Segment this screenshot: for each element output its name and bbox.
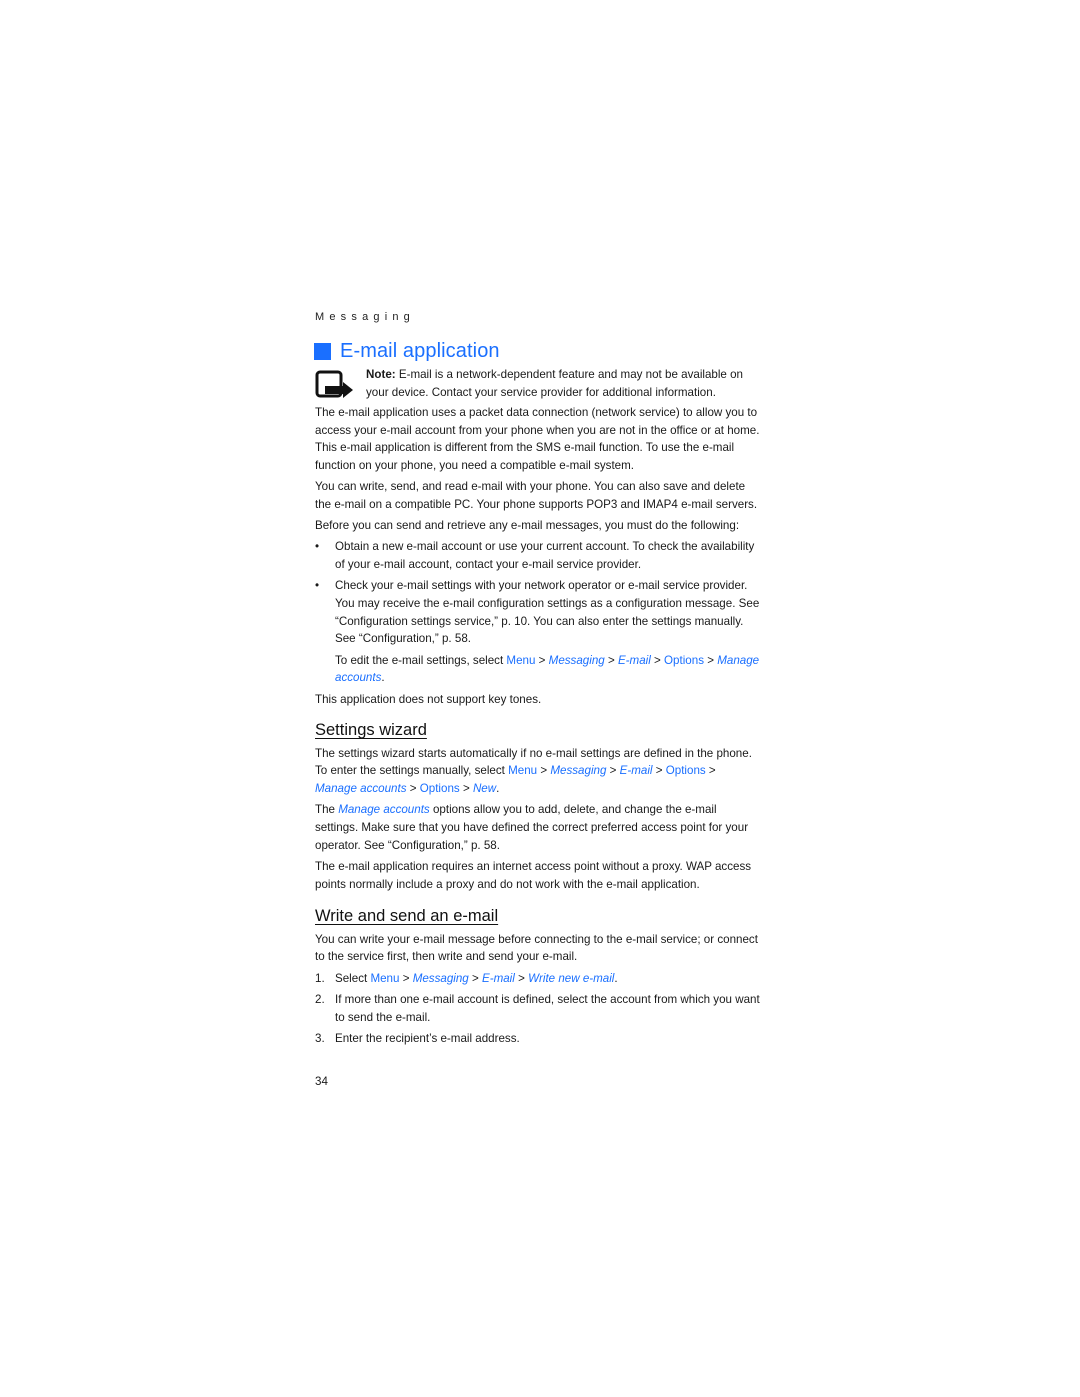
note-block: Note: E-mail is a network-dependent feat… [315, 366, 760, 401]
options-link[interactable]: Options [420, 782, 460, 795]
step-text: Enter the recipient’s e-mail address. [335, 1031, 520, 1045]
email-link[interactable]: E-mail [618, 654, 651, 667]
edit-settings-path: To edit the e-mail settings, select Menu… [335, 653, 760, 685]
bullet-item: • Check your e-mail settings with your n… [315, 577, 760, 648]
email-link[interactable]: E-mail [482, 972, 515, 985]
step-number: 2. [315, 992, 325, 1006]
note-label: Note: [366, 368, 396, 381]
paragraph: The Manage accounts options allow you to… [315, 803, 749, 852]
step-item: 1. Select Menu > Messaging > E-mail > Wr… [315, 970, 760, 988]
step-number: 1. [315, 971, 325, 985]
paragraph: The e-mail application requires an inter… [315, 859, 752, 891]
page-title: E-mail application [314, 338, 500, 364]
step-item: 3. Enter the recipient’s e-mail address. [315, 1030, 760, 1048]
bullet-icon: • [315, 579, 320, 593]
paragraph: Before you can send and retrieve any e-m… [315, 519, 740, 533]
menu-link[interactable]: Menu [508, 764, 537, 777]
section-heading: Settings wizard [315, 721, 427, 739]
options-link[interactable]: Options [664, 654, 704, 667]
step-item: 2. If more than one e-mail account is de… [315, 991, 760, 1026]
paragraph: The settings wizard starts automatically… [315, 746, 752, 796]
note-icon [315, 370, 353, 398]
paragraph: You can write, send, and read e-mail wit… [315, 480, 758, 512]
settings-wizard-section: Settings wizard The settings wizard star… [315, 721, 760, 893]
manage-accounts-link[interactable]: Manage accounts [315, 782, 407, 795]
menu-link[interactable]: Menu [370, 972, 399, 985]
write-new-email-link[interactable]: Write new e-mail [528, 972, 614, 985]
messaging-link[interactable]: Messaging [549, 654, 605, 667]
email-link[interactable]: E-mail [620, 764, 653, 777]
messaging-link[interactable]: Messaging [550, 764, 606, 777]
page-number: 34 [315, 1075, 328, 1088]
bullet-text: Check your e-mail settings with your net… [335, 579, 760, 646]
manage-accounts-link[interactable]: Manage accounts [338, 803, 430, 816]
bullet-icon: • [315, 540, 320, 554]
paragraph: This application does not support key to… [315, 692, 542, 706]
paragraph: The e-mail application uses a packet dat… [315, 406, 760, 473]
step-text: If more than one e-mail account is defin… [335, 992, 760, 1024]
section-header: Messaging [315, 311, 415, 323]
step-number: 3. [315, 1031, 325, 1045]
menu-link[interactable]: Menu [506, 654, 535, 667]
note-text: Note: E-mail is a network-dependent feat… [366, 366, 760, 401]
heading-square-icon [314, 342, 331, 360]
options-link[interactable]: Options [666, 764, 706, 777]
note-body: E-mail is a network-dependent feature an… [366, 368, 744, 399]
bullet-item: • Obtain a new e-mail account or use you… [315, 538, 760, 573]
intro-section: The e-mail application uses a packet dat… [315, 404, 760, 708]
bullet-text: Obtain a new e-mail account or use your … [335, 540, 755, 572]
write-send-section: Write and send an e-mail You can write y… [315, 907, 760, 1048]
paragraph: You can write your e-mail message before… [315, 932, 758, 964]
step-text: Select Menu > Messaging > E-mail > Write… [335, 971, 618, 985]
section-heading: Write and send an e-mail [315, 907, 499, 925]
new-link[interactable]: New [473, 782, 496, 795]
page-title-text: E-mail application [340, 339, 500, 362]
messaging-link[interactable]: Messaging [413, 972, 469, 985]
